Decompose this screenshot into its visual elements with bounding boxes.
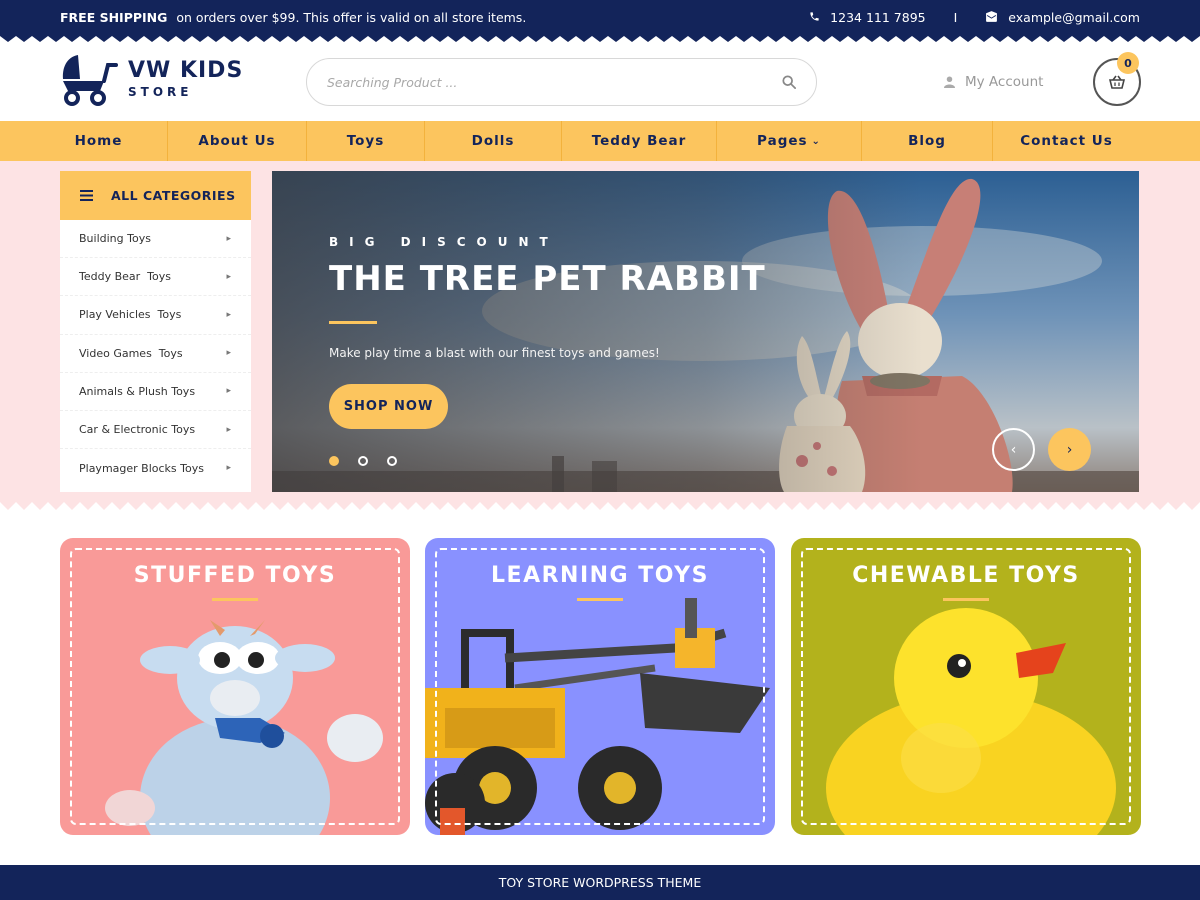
chevron-right-icon: ▸ (226, 386, 231, 397)
nav-item-contact-us[interactable]: Contact Us (993, 121, 1140, 161)
categories-heading: ALL CATEGORIES (111, 188, 236, 203)
hero-slider: BIG DISCOUNT THE TREE PET RABBIT Make pl… (272, 171, 1139, 492)
slide-title: THE TREE PET RABBIT (329, 259, 766, 299)
nav-label: Pages (757, 133, 808, 149)
category-item[interactable]: Teddy Bear Toys ▸ (60, 258, 251, 297)
card-divider (577, 598, 623, 601)
category-label: Play Vehicles Toys (79, 308, 182, 322)
category-label: Building Toys (79, 232, 151, 246)
hamburger-icon (80, 190, 93, 201)
nav-label: Teddy Bear (591, 133, 687, 149)
logo-title: VW KIDS (128, 58, 244, 83)
slider-next-button[interactable]: › (1048, 428, 1091, 471)
top-bar: FREE SHIPPING on orders over $99. This o… (0, 0, 1200, 36)
footer-text: TOY STORE WORDPRESS THEME (498, 875, 702, 890)
nav-item-teddy-bear[interactable]: Teddy Bear (562, 121, 717, 161)
category-label: Video Games Toys (79, 346, 183, 360)
card-divider (212, 598, 258, 601)
slider-dot-1[interactable] (329, 456, 339, 466)
email-address[interactable]: example@gmail.com (1008, 10, 1140, 25)
logo[interactable]: VW KIDS STORE (60, 51, 243, 107)
chevron-down-icon: ⌄ (811, 135, 821, 147)
phone-number[interactable]: 1234 111 7895 (830, 10, 925, 25)
search-input[interactable] (327, 72, 747, 92)
zigzag-divider (0, 36, 1200, 42)
stroller-icon (62, 55, 118, 106)
category-label: Teddy Bear Toys (79, 270, 171, 284)
category-card-learning-toys[interactable]: LEARNING TOYS (425, 538, 775, 835)
nav-item-home[interactable]: Home (30, 121, 168, 161)
category-label: Playmager Blocks Toys (79, 461, 204, 475)
slide-eyebrow: BIG DISCOUNT (329, 235, 559, 249)
email-icon (985, 10, 998, 25)
nav-label: About Us (198, 133, 276, 149)
nav-label: Dolls (471, 133, 515, 149)
chevron-right-icon: ▸ (226, 424, 231, 435)
shop-now-button[interactable]: SHOP NOW (329, 384, 448, 429)
nav-label: Home (74, 133, 123, 149)
slider-dots (329, 456, 397, 466)
category-card-chewable-toys[interactable]: CHEWABLE TOYS (791, 538, 1141, 835)
card-divider (943, 598, 989, 601)
header: VW KIDS STORE My Account 0 (0, 43, 1200, 121)
shipping-bold: FREE SHIPPING (60, 10, 168, 25)
slide-divider (329, 321, 377, 324)
main-nav: Home About Us Toys Dolls Teddy Bear Page… (0, 121, 1200, 161)
logo-subtitle: STORE (128, 85, 193, 99)
nav-item-pages[interactable]: Pages ⌄ (717, 121, 862, 161)
chevron-right-icon: ▸ (226, 233, 231, 244)
nav-label: Blog (908, 133, 946, 149)
categories-menu: ALL CATEGORIES Building Toys ▸ Teddy Bear… (60, 171, 251, 492)
slider-dot-3[interactable] (387, 456, 397, 466)
category-item[interactable]: Play Vehicles Toys ▸ (60, 296, 251, 335)
category-item[interactable]: Building Toys ▸ (60, 220, 251, 259)
contact-info: 1234 111 7895 I example@gmail.com (809, 10, 1140, 25)
nav-label: Contact Us (1020, 133, 1113, 149)
zigzag-divider-bottom (0, 502, 1200, 510)
chevron-right-icon: › (1066, 441, 1073, 458)
basket-icon (1109, 75, 1125, 89)
separator: I (953, 10, 958, 25)
nav-item-about-us[interactable]: About Us (168, 121, 307, 161)
category-card-stuffed-toys[interactable]: STUFFED TOYS (60, 538, 410, 835)
my-account-label: My Account (965, 74, 1044, 90)
category-item[interactable]: Playmager Blocks Toys ▸ (60, 449, 251, 487)
phone-icon (809, 10, 820, 25)
category-item[interactable]: Video Games Toys ▸ (60, 335, 251, 373)
chevron-right-icon: ▸ (226, 348, 231, 359)
category-label: Animals & Plush Toys (79, 384, 196, 398)
user-icon (944, 76, 955, 88)
nav-item-toys[interactable]: Toys (307, 121, 425, 161)
slider-dot-2[interactable] (358, 456, 368, 466)
card-title: CHEWABLE TOYS (852, 563, 1080, 588)
cart-count-badge: 0 (1117, 52, 1139, 74)
category-item[interactable]: Car & Electronic Toys ▸ (60, 411, 251, 450)
chevron-left-icon: ‹ (1010, 441, 1017, 458)
card-title: STUFFED TOYS (133, 563, 337, 588)
chevron-right-icon: ▸ (226, 271, 231, 282)
search-bar (306, 58, 817, 106)
card-title: LEARNING TOYS (491, 563, 709, 588)
chevron-right-icon: ▸ (226, 309, 231, 320)
nav-item-blog[interactable]: Blog (862, 121, 993, 161)
slide-description: Make play time a blast with our finest t… (329, 346, 660, 360)
chevron-right-icon: ▸ (226, 463, 231, 474)
my-account-link[interactable]: My Account (944, 74, 1043, 90)
shipping-notice: FREE SHIPPING on orders over $99. This o… (60, 10, 526, 25)
nav-label: Toys (346, 133, 385, 149)
shipping-text: on orders over $99. This offer is valid … (176, 10, 527, 25)
category-item[interactable]: Animals & Plush Toys ▸ (60, 373, 251, 411)
search-icon[interactable] (782, 75, 796, 89)
nav-item-dolls[interactable]: Dolls (425, 121, 562, 161)
category-label: Car & Electronic Toys (79, 423, 196, 437)
footer: TOY STORE WORDPRESS THEME (0, 865, 1200, 900)
categories-header[interactable]: ALL CATEGORIES (60, 171, 251, 220)
slider-prev-button[interactable]: ‹ (992, 428, 1035, 471)
